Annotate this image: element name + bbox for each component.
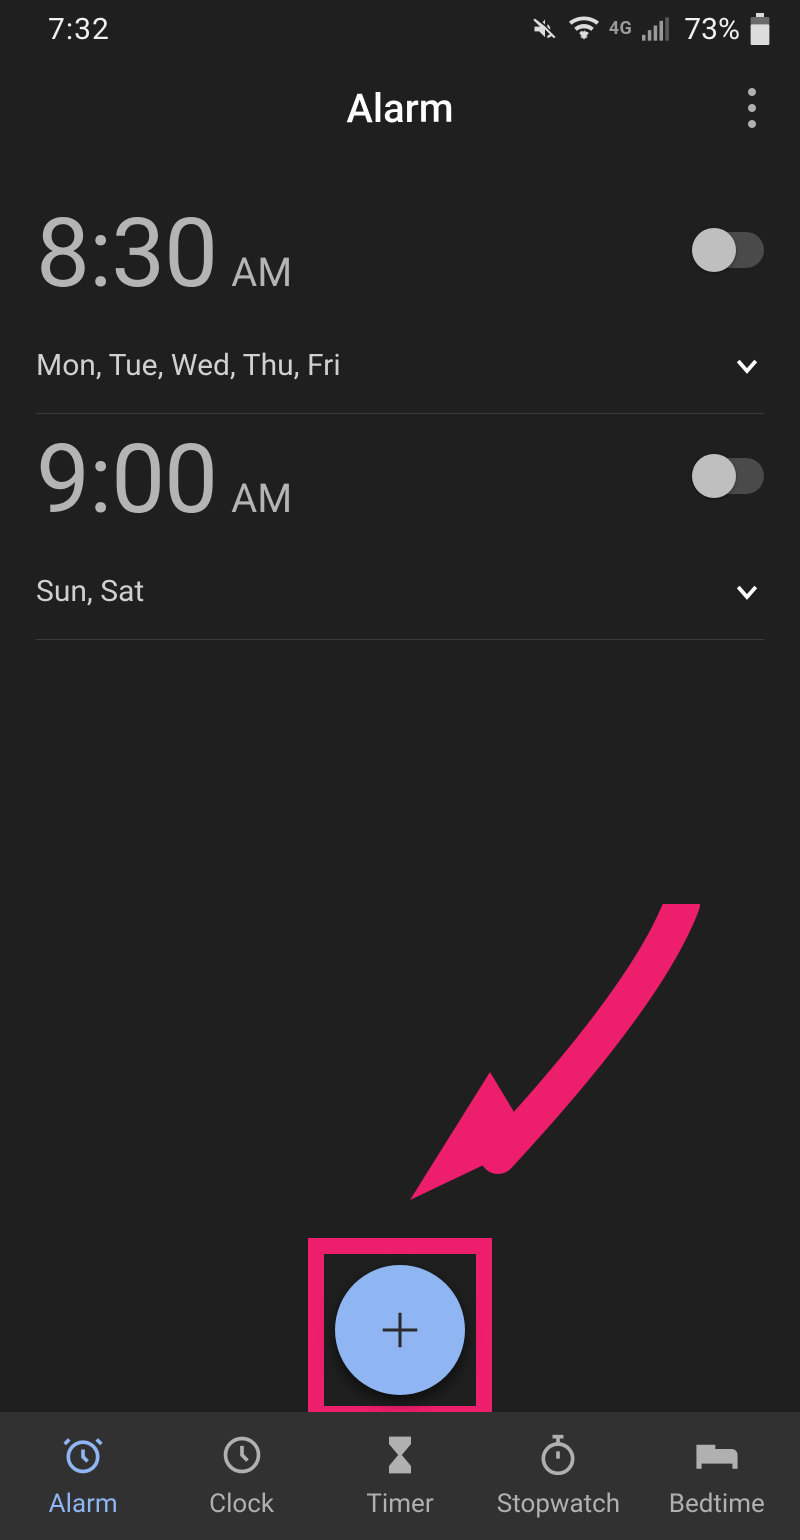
nav-label: Alarm bbox=[49, 1489, 118, 1519]
nav-clock[interactable]: Clock bbox=[162, 1433, 320, 1519]
alarm-time: 8:30 bbox=[36, 206, 217, 302]
hourglass-icon bbox=[378, 1433, 422, 1481]
alarm-item[interactable]: 9:00 AM Sun, Sat bbox=[36, 414, 764, 640]
nav-label: Stopwatch bbox=[497, 1489, 620, 1519]
nav-timer[interactable]: Timer bbox=[321, 1433, 479, 1519]
alarm-toggle[interactable] bbox=[694, 232, 764, 268]
battery-icon bbox=[750, 13, 770, 45]
status-right: 4G 73% bbox=[531, 12, 770, 47]
bed-icon bbox=[693, 1433, 741, 1481]
page-title: Alarm bbox=[346, 85, 453, 132]
battery-percent: 73% bbox=[684, 12, 740, 47]
expand-button[interactable] bbox=[730, 349, 764, 383]
bottom-nav: Alarm Clock Timer Stopwatch Bedtime bbox=[0, 1412, 800, 1540]
alarm-toggle[interactable] bbox=[694, 458, 764, 494]
alarm-icon bbox=[61, 1433, 105, 1481]
nav-label: Timer bbox=[366, 1489, 433, 1519]
signal-icon bbox=[642, 17, 670, 41]
alarm-time-display[interactable]: 9:00 AM bbox=[36, 432, 292, 528]
chevron-down-icon bbox=[732, 351, 762, 381]
alarm-list: 8:30 AM Mon, Tue, Wed, Thu, Fri 9:00 AM bbox=[0, 158, 800, 640]
annotation-arrow-icon bbox=[368, 904, 708, 1244]
stopwatch-icon bbox=[536, 1433, 580, 1481]
dots-vertical-icon bbox=[748, 88, 756, 96]
alarm-time: 9:00 bbox=[36, 432, 217, 528]
status-time: 7:32 bbox=[48, 12, 110, 47]
nav-label: Clock bbox=[209, 1489, 274, 1519]
app-header: Alarm bbox=[0, 58, 800, 158]
network-type-icon: 4G bbox=[609, 20, 633, 38]
plus-icon bbox=[377, 1307, 423, 1353]
nav-bedtime[interactable]: Bedtime bbox=[638, 1433, 796, 1519]
nav-label: Bedtime bbox=[669, 1489, 765, 1519]
nav-stopwatch[interactable]: Stopwatch bbox=[479, 1433, 637, 1519]
expand-button[interactable] bbox=[730, 575, 764, 609]
alarm-item[interactable]: 8:30 AM Mon, Tue, Wed, Thu, Fri bbox=[36, 188, 764, 414]
chevron-down-icon bbox=[732, 577, 762, 607]
more-options-button[interactable] bbox=[722, 78, 782, 138]
alarm-ampm: AM bbox=[231, 475, 292, 522]
toggle-knob-icon bbox=[692, 228, 736, 272]
mute-icon bbox=[531, 15, 559, 43]
wifi-icon bbox=[569, 16, 599, 42]
alarm-ampm: AM bbox=[231, 249, 292, 296]
alarm-days: Mon, Tue, Wed, Thu, Fri bbox=[36, 348, 341, 383]
status-bar: 7:32 4G 73% bbox=[0, 0, 800, 58]
clock-icon bbox=[220, 1433, 264, 1481]
annotation-highlight-box bbox=[308, 1238, 492, 1422]
toggle-knob-icon bbox=[692, 454, 736, 498]
alarm-time-display[interactable]: 8:30 AM bbox=[36, 206, 292, 302]
add-alarm-button[interactable] bbox=[335, 1265, 465, 1395]
nav-alarm[interactable]: Alarm bbox=[4, 1433, 162, 1519]
alarm-days: Sun, Sat bbox=[36, 574, 144, 609]
